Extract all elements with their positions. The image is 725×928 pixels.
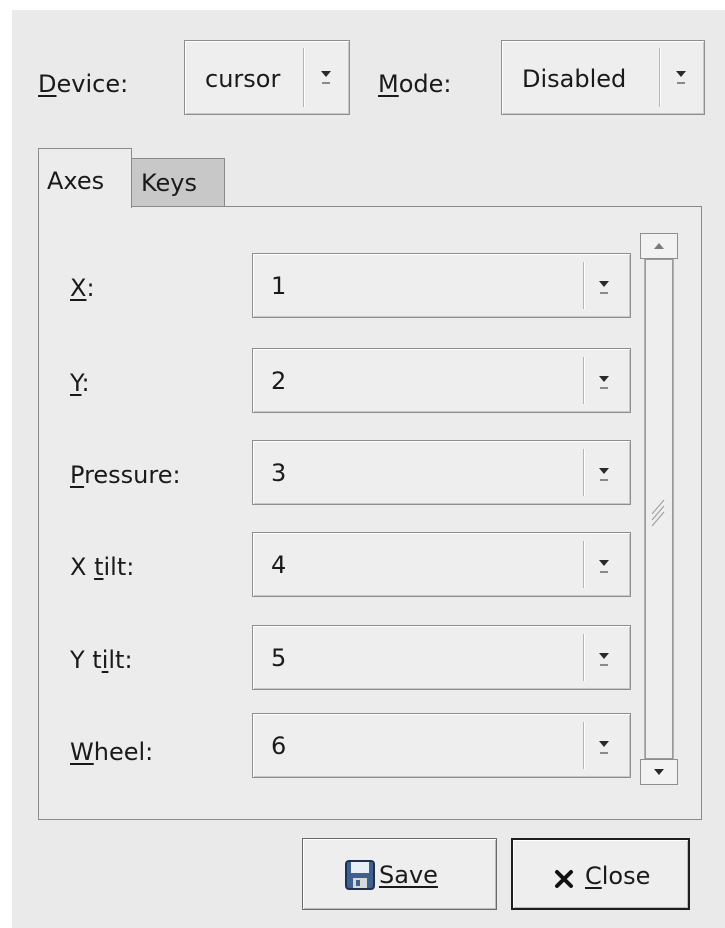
axis-label-x-mnemonic: X xyxy=(70,274,87,302)
axis-y-value: 2 xyxy=(271,367,287,395)
axis-label-wheel: Wheel: xyxy=(70,738,154,766)
axis-label-y: Y: xyxy=(70,369,90,397)
chevron-down-icon xyxy=(598,370,610,392)
scroll-trough[interactable] xyxy=(644,259,674,759)
device-label: Device: xyxy=(38,70,129,98)
axis-x-tilt-separator xyxy=(583,541,584,588)
axis-y-tilt-select[interactable]: 5 xyxy=(252,625,631,690)
tab-axes-label: Axes xyxy=(47,167,105,195)
axis-label-y-tilt: Y tilt: xyxy=(70,646,133,674)
axis-wheel-separator xyxy=(583,722,584,769)
mode-label-mnemonic: M xyxy=(378,70,399,98)
axis-y-select[interactable]: 2 xyxy=(252,348,631,413)
axis-label-y-mnemonic: Y xyxy=(70,369,82,397)
mode-combo[interactable]: Disabled xyxy=(501,40,705,115)
axis-label-x: X: xyxy=(70,274,95,302)
tab-axes[interactable]: Axes xyxy=(38,148,132,208)
axis-pressure-value: 3 xyxy=(271,459,287,487)
axis-x-tilt-select[interactable]: 4 xyxy=(252,532,631,597)
axis-x-separator xyxy=(583,262,584,309)
axis-label-wheel-mnemonic: W xyxy=(70,738,94,766)
axis-wheel-value: 6 xyxy=(271,732,287,760)
save-button[interactable]: Save xyxy=(302,838,497,910)
axis-pressure-separator xyxy=(583,449,584,496)
device-combo-separator xyxy=(303,48,304,107)
mode-label: Mode: xyxy=(378,70,452,98)
chevron-down-icon xyxy=(598,275,610,297)
save-button-label: Save xyxy=(379,861,438,889)
axis-x-select[interactable]: 1 xyxy=(252,253,631,318)
grip-icon xyxy=(651,499,665,527)
axis-y-separator xyxy=(583,357,584,404)
axis-x-value: 1 xyxy=(271,272,287,300)
axis-label-x-tilt: X tilt: xyxy=(70,553,135,581)
device-combo-value: cursor xyxy=(205,65,281,93)
floppy-disk-icon xyxy=(345,860,375,896)
chevron-down-icon xyxy=(598,647,610,669)
axis-y-tilt-value: 5 xyxy=(271,644,287,672)
axis-y-tilt-separator xyxy=(583,634,584,681)
device-label-mnemonic: D xyxy=(38,70,57,98)
axis-label-pressure-mnemonic: P xyxy=(70,461,85,489)
chevron-down-icon xyxy=(598,735,610,757)
input-device-dialog: Device: cursor Mode: Disabled Axes Keys … xyxy=(12,10,725,928)
axes-scrollbar[interactable] xyxy=(640,233,678,785)
close-button[interactable]: Close xyxy=(511,838,690,910)
chevron-down-icon xyxy=(675,65,687,87)
close-button-label: Close xyxy=(585,862,651,890)
axis-label-y-tilt-mnemonic: i xyxy=(101,646,109,674)
arrow-down-icon xyxy=(654,769,664,775)
axis-label-x-tilt-mnemonic: t xyxy=(94,553,104,581)
axis-wheel-select[interactable]: 6 xyxy=(252,713,631,778)
arrow-up-icon xyxy=(654,243,664,249)
tab-keys-label: Keys xyxy=(141,169,198,197)
scroll-thumb[interactable] xyxy=(645,259,673,759)
scroll-up-button[interactable] xyxy=(640,233,678,259)
tab-keys[interactable]: Keys xyxy=(131,158,225,207)
axis-label-pressure: Pressure: xyxy=(70,461,181,489)
axis-pressure-select[interactable]: 3 xyxy=(252,440,631,505)
close-button-label-mnemonic: C xyxy=(585,862,602,890)
device-combo[interactable]: cursor xyxy=(184,40,350,115)
x-mark-icon xyxy=(554,867,574,895)
scroll-down-button[interactable] xyxy=(640,759,678,785)
save-mnemonic: Save xyxy=(379,861,438,889)
mode-combo-separator xyxy=(659,48,660,107)
chevron-down-icon xyxy=(320,65,332,87)
axis-x-tilt-value: 4 xyxy=(271,551,287,579)
chevron-down-icon xyxy=(598,554,610,576)
mode-combo-value: Disabled xyxy=(522,65,627,93)
chevron-down-icon xyxy=(598,462,610,484)
